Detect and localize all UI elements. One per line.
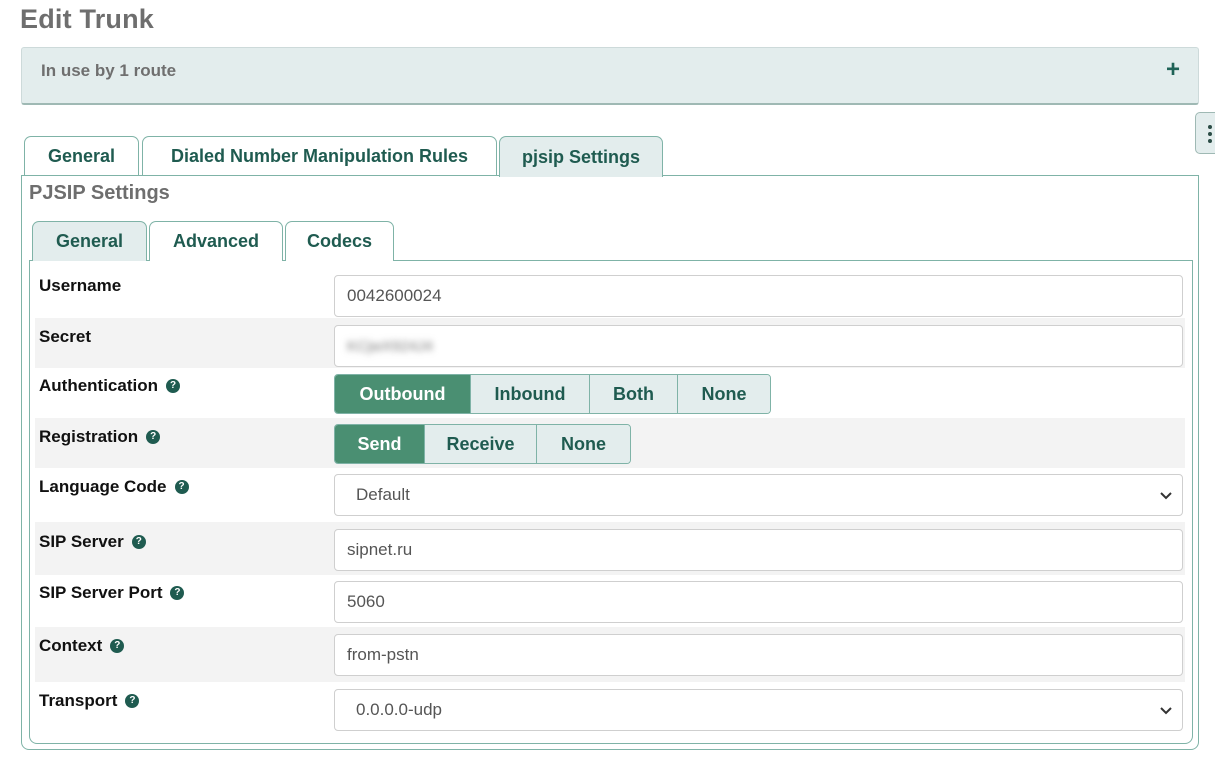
page-title: Edit Trunk <box>20 4 155 34</box>
registration-toggle: Send Receive None <box>334 424 631 464</box>
transport-select[interactable]: 0.0.0.0-udp <box>334 689 1183 731</box>
language-code-label: Language Code? <box>39 477 189 497</box>
help-icon[interactable]: ? <box>131 535 146 549</box>
context-input[interactable]: from-pstn <box>334 634 1183 676</box>
registration-receive-button[interactable]: Receive <box>424 425 536 463</box>
secret-input[interactable]: KCjwX924J4 <box>334 325 1183 367</box>
transport-label: Transport? <box>39 691 140 711</box>
help-icon[interactable]: ? <box>170 586 185 600</box>
subtab-general[interactable]: General <box>32 221 147 261</box>
help-icon[interactable]: ? <box>166 379 180 393</box>
username-row: Username 0042600024 <box>35 268 1185 318</box>
registration-none-button[interactable]: None <box>536 425 630 463</box>
tab-dialed-number-manipulation-rules[interactable]: Dialed Number Manipulation Rules <box>142 136 497 176</box>
registration-label: Registration? <box>39 427 161 447</box>
chevron-down-icon <box>1160 707 1172 715</box>
side-drawer-handle[interactable] <box>1195 112 1215 154</box>
context-row: Context? from-pstn <box>35 627 1185 682</box>
handle-icon <box>1208 125 1212 143</box>
authentication-row: Authentication? Outbound Inbound Both No… <box>35 368 1185 418</box>
language-code-row: Language Code? Default <box>35 468 1185 522</box>
transport-row: Transport? 0.0.0.0-udp <box>35 682 1185 738</box>
sip-server-port-input[interactable]: 5060 <box>334 581 1183 623</box>
subtab-advanced[interactable]: Advanced <box>149 221 283 261</box>
chevron-down-icon <box>1160 492 1172 500</box>
help-icon[interactable]: ? <box>110 639 125 653</box>
authentication-none-button[interactable]: None <box>677 375 770 413</box>
tab-pjsip-settings[interactable]: pjsip Settings <box>499 136 663 177</box>
sip-server-port-row: SIP Server Port? 5060 <box>35 575 1185 627</box>
authentication-inbound-button[interactable]: Inbound <box>470 375 589 413</box>
subtab-codecs[interactable]: Codecs <box>285 221 394 261</box>
authentication-outbound-button[interactable]: Outbound <box>335 375 470 413</box>
secret-label: Secret <box>39 327 91 346</box>
tab-general[interactable]: General <box>24 136 139 176</box>
language-code-select[interactable]: Default <box>334 474 1183 516</box>
username-input[interactable]: 0042600024 <box>334 275 1183 317</box>
plus-icon[interactable]: + <box>1166 56 1180 84</box>
context-label: Context? <box>39 636 125 656</box>
help-icon[interactable]: ? <box>146 430 161 444</box>
sip-server-label: SIP Server? <box>39 532 146 552</box>
usage-text: In use by 1 route <box>41 61 177 80</box>
secret-row: Secret KCjwX924J4 <box>35 318 1185 368</box>
username-label: Username <box>39 276 122 295</box>
authentication-toggle: Outbound Inbound Both None <box>334 374 771 414</box>
registration-send-button[interactable]: Send <box>335 425 424 463</box>
section-title: PJSIP Settings <box>29 182 170 204</box>
authentication-both-button[interactable]: Both <box>589 375 677 413</box>
authentication-label: Authentication? <box>39 376 180 396</box>
usage-panel[interactable]: In use by 1 route + <box>21 47 1199 105</box>
sip-server-input[interactable]: sipnet.ru <box>334 529 1183 571</box>
registration-row: Registration? Send Receive None <box>35 418 1185 468</box>
help-icon[interactable]: ? <box>125 694 140 708</box>
sip-server-row: SIP Server? sipnet.ru <box>35 522 1185 575</box>
sip-server-port-label: SIP Server Port? <box>39 583 185 603</box>
help-icon[interactable]: ? <box>174 480 189 494</box>
